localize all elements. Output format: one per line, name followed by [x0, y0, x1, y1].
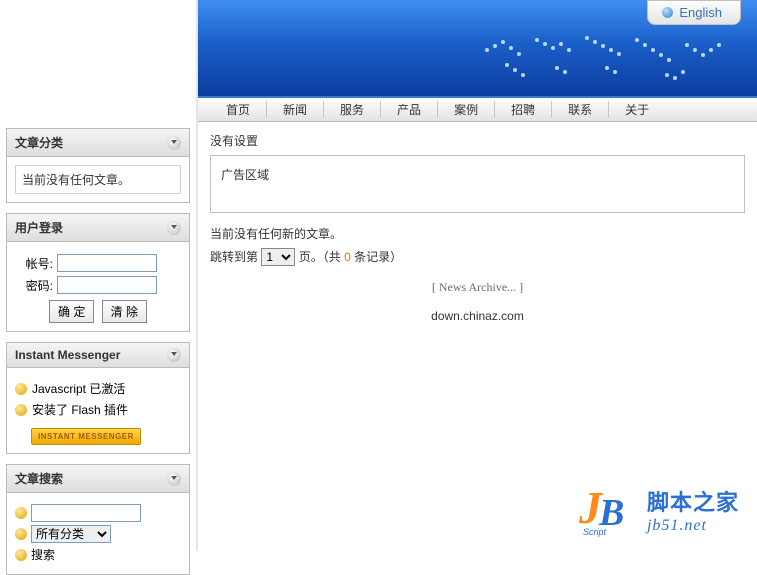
pager: 跳转到第 1 页。（共 0 条记录）: [210, 248, 745, 266]
im-header[interactable]: Instant Messenger: [7, 343, 189, 368]
watermark-en: jb51.net: [647, 517, 739, 535]
search-button[interactable]: 搜索: [31, 546, 55, 563]
password-input[interactable]: [57, 276, 157, 294]
bullet-icon: [15, 383, 27, 395]
im-title: Instant Messenger: [15, 348, 120, 362]
categories-empty: 当前没有任何文章。: [15, 165, 181, 194]
search-title: 文章搜索: [15, 470, 63, 487]
im-badge[interactable]: INSTANT MESSENGER: [31, 428, 141, 445]
im-panel: Instant Messenger Javascript 已激活 安装了 Fla…: [6, 342, 190, 454]
im-flash-status: 安装了 Flash 插件: [32, 401, 128, 418]
bullet-icon: [15, 507, 27, 519]
login-header[interactable]: 用户登录: [7, 214, 189, 242]
nav-case[interactable]: 案例: [438, 101, 495, 118]
news-archive-link[interactable]: [ News Archive... ]: [210, 280, 745, 295]
login-panel: 用户登录 帐号: 密码: 确 定 清 除: [6, 213, 190, 332]
not-set-text: 没有设置: [210, 132, 745, 149]
search-panel: 文章搜索 所有分类 搜索: [6, 464, 190, 575]
nav-about[interactable]: 关于: [609, 101, 665, 118]
watermark-cn: 脚本之家: [647, 485, 739, 517]
categories-title: 文章分类: [15, 134, 63, 151]
record-count: 0: [344, 250, 351, 264]
bullet-icon: [15, 528, 27, 540]
search-category-select[interactable]: 所有分类: [31, 525, 111, 543]
chevron-down-icon[interactable]: [167, 472, 181, 486]
chevron-down-icon[interactable]: [167, 221, 181, 235]
bullet-icon: [15, 549, 27, 561]
nav-contact[interactable]: 联系: [552, 101, 609, 118]
nav-service[interactable]: 服务: [324, 101, 381, 118]
nav-job[interactable]: 招聘: [495, 101, 552, 118]
submit-button[interactable]: 确 定: [49, 300, 94, 323]
categories-panel: 文章分类 当前没有任何文章。: [6, 128, 190, 203]
globe-icon: [662, 7, 673, 18]
im-js-status: Javascript 已激活: [32, 380, 125, 397]
password-label: 密码:: [15, 277, 53, 294]
page-select[interactable]: 1: [261, 248, 295, 266]
search-input[interactable]: [31, 504, 141, 522]
nav-product[interactable]: 产品: [381, 101, 438, 118]
search-header[interactable]: 文章搜索: [7, 465, 189, 493]
footer-url: down.chinaz.com: [210, 309, 745, 323]
nav-home[interactable]: 首页: [210, 101, 267, 118]
no-articles-text: 当前没有任何新的文章。: [210, 225, 745, 242]
chevron-down-icon[interactable]: [167, 348, 181, 362]
account-input[interactable]: [57, 254, 157, 272]
nav-news[interactable]: 新闻: [267, 101, 324, 118]
language-label: English: [679, 5, 722, 20]
worldmap-icon: [467, 20, 747, 96]
login-title: 用户登录: [15, 219, 63, 236]
account-label: 帐号:: [15, 255, 53, 272]
chevron-down-icon[interactable]: [167, 136, 181, 150]
reset-button[interactable]: 清 除: [102, 300, 147, 323]
watermark: JB Script 脚本之家 jb51.net: [579, 481, 739, 539]
logo-icon: JB Script: [579, 481, 637, 539]
banner: English: [198, 0, 757, 96]
categories-header[interactable]: 文章分类: [7, 129, 189, 157]
ad-area: 广告区域: [210, 155, 745, 213]
bullet-icon: [15, 404, 27, 416]
main-nav: 首页 新闻 服务 产品 案例 招聘 联系 关于: [198, 96, 757, 122]
